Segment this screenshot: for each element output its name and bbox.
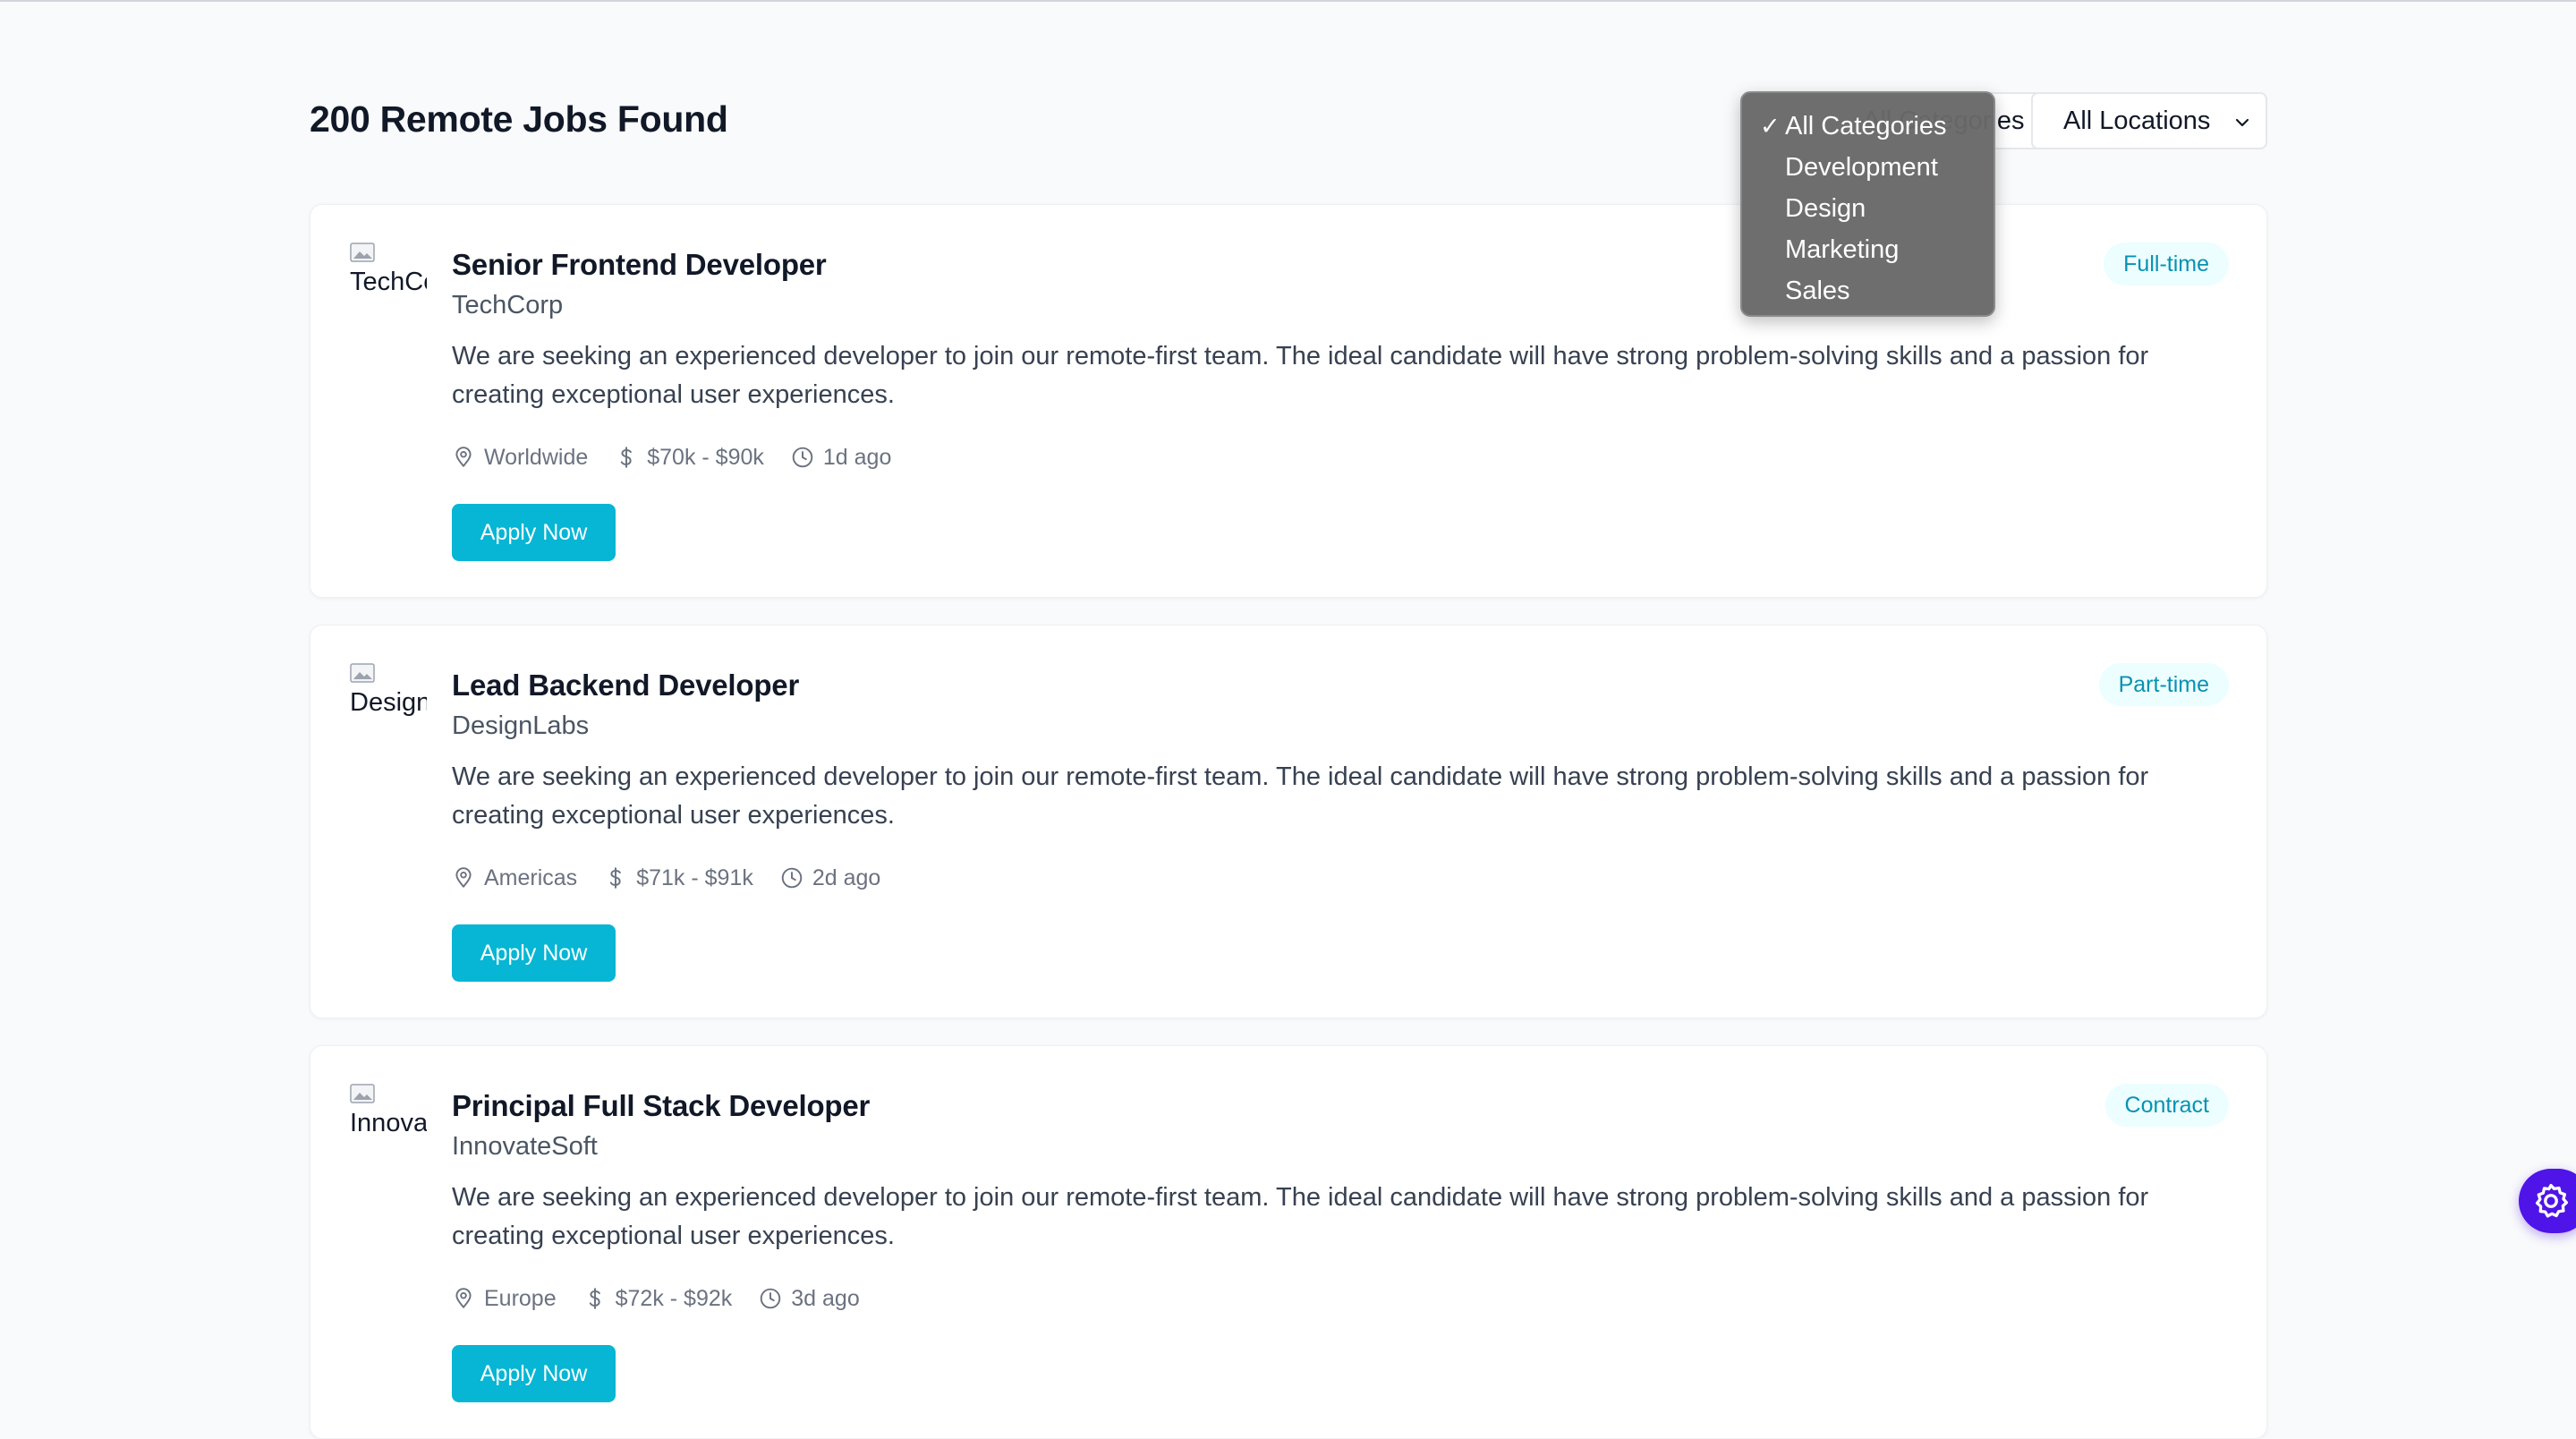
job-card: InnovateSoft Principal Full Stack Develo…: [310, 1045, 2267, 1439]
job-salary: $71k - $91k: [604, 865, 753, 891]
clock-icon: [792, 447, 813, 468]
company-name: DesignLabs: [452, 711, 590, 740]
company-logo: DesignLabs: [350, 663, 427, 726]
job-description: We are seeking an experienced developer …: [452, 762, 2149, 830]
category-option-design[interactable]: Design: [1742, 188, 1994, 229]
job-posted-text: 1d ago: [822, 444, 892, 470]
apply-now-button[interactable]: Apply Now: [452, 1345, 616, 1402]
dollar-icon: [589, 1288, 600, 1309]
job-posted: 1d ago: [791, 445, 891, 471]
top-border: [0, 0, 2576, 2]
job-location: Worldwide: [452, 445, 588, 471]
category-option-label: Design: [1785, 194, 1866, 223]
category-dropdown-menu: ✓ All Categories Development Design Mark…: [1740, 91, 1995, 317]
broken-image-icon: [350, 1084, 375, 1103]
dollar-icon: [610, 867, 622, 889]
company-logo-alt: DesignLabs: [350, 688, 427, 717]
job-salary: $70k - $90k: [615, 445, 764, 471]
job-meta: Americas $71k - $91k 2d ago: [452, 860, 907, 896]
job-location-text: Worldwide: [484, 444, 589, 470]
company-logo-alt: InnovateSoft: [350, 1109, 427, 1137]
broken-image-icon: [350, 243, 375, 262]
job-title: Principal Full Stack Developer: [452, 1089, 871, 1122]
broken-image-icon: [350, 663, 375, 683]
job-posted: 3d ago: [759, 1285, 860, 1312]
category-option-label: Development: [1785, 153, 1938, 182]
job-location: Europe: [452, 1286, 557, 1312]
page-title: 200 Remote Jobs Found: [310, 98, 728, 140]
job-salary-text: $72k - $92k: [615, 1285, 733, 1311]
job-meta: Worldwide $70k - $90k 1d ago: [452, 439, 918, 475]
clock-icon: [760, 1288, 781, 1309]
job-salary: $72k - $92k: [583, 1285, 733, 1312]
job-posted-text: 2d ago: [812, 864, 881, 890]
job-salary-text: $71k - $91k: [636, 864, 753, 890]
checkmark-icon: ✓: [1760, 113, 1781, 140]
category-option-development[interactable]: Development: [1742, 147, 1994, 188]
job-description: We are seeking an experienced developer …: [452, 342, 2149, 409]
company-logo-alt: TechCorp: [350, 268, 427, 296]
job-type-badge: Part-time: [2098, 663, 2229, 706]
job-type-badge: Full-time: [2104, 243, 2229, 285]
company-logo: InnovateSoft: [350, 1084, 427, 1146]
location-select[interactable]: All Locations: [2031, 92, 2267, 149]
dollar-icon: [621, 447, 633, 468]
category-option-all[interactable]: ✓ All Categories: [1742, 106, 1994, 147]
job-posted-text: 3d ago: [791, 1285, 860, 1311]
job-type-badge: Contract: [2104, 1084, 2229, 1127]
company-logo: TechCorp: [350, 243, 427, 305]
floating-settings-button[interactable]: [2519, 1169, 2576, 1233]
clock-icon: [781, 867, 803, 889]
apply-now-button[interactable]: Apply Now: [452, 924, 616, 982]
job-card: DesignLabs Lead Backend Developer Design…: [310, 625, 2267, 1018]
job-posted: 2d ago: [780, 865, 880, 891]
company-name: InnovateSoft: [452, 1132, 598, 1161]
job-salary-text: $70k - $90k: [647, 444, 764, 470]
job-location-text: Americas: [484, 864, 578, 890]
job-location-text: Europe: [484, 1285, 557, 1311]
category-option-label: Sales: [1785, 277, 1850, 305]
job-meta: Europe $72k - $92k 3d ago: [452, 1281, 887, 1316]
company-name: TechCorp: [452, 291, 564, 319]
chevron-down-icon: [2235, 118, 2249, 127]
location-select-value: All Locations: [2063, 106, 2211, 135]
apply-now-button[interactable]: Apply Now: [452, 504, 616, 561]
job-title: Lead Backend Developer: [452, 668, 800, 702]
category-option-label: Marketing: [1785, 235, 1900, 264]
settings-icon: [2535, 1183, 2569, 1218]
job-description: We are seeking an experienced developer …: [452, 1183, 2149, 1250]
job-location: Americas: [452, 865, 577, 891]
category-option-label: All Categories: [1785, 112, 1947, 140]
category-option-marketing[interactable]: Marketing: [1742, 229, 1994, 270]
map-pin-icon: [455, 867, 472, 888]
map-pin-icon: [455, 447, 472, 467]
category-option-sales[interactable]: Sales: [1742, 270, 1994, 311]
map-pin-icon: [455, 1288, 472, 1308]
job-title: Senior Frontend Developer: [452, 248, 827, 281]
